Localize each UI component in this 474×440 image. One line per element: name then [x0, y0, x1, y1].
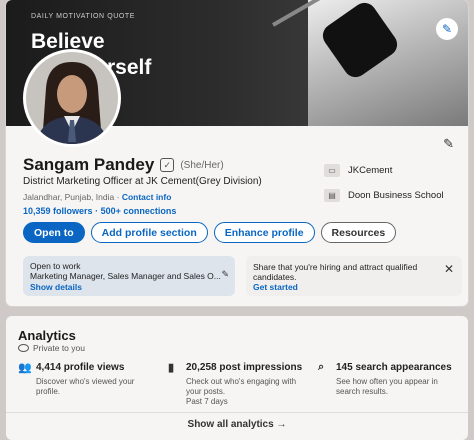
resources-button[interactable]: Resources	[320, 222, 397, 243]
people-icon: 👥	[18, 362, 32, 374]
stats-row: 10,359 followers · 500+ connections	[23, 206, 176, 216]
metric-desc: Check out who's engaging with	[186, 377, 297, 386]
followers-link[interactable]: 10,359 followers	[23, 206, 93, 216]
close-icon[interactable]: ✕	[444, 262, 454, 276]
org-list: ▭ JKCement ▤ Doon Business School	[324, 164, 444, 214]
hiring-line2: candidates.	[253, 272, 297, 282]
edit-pencil-icon[interactable]: ✎	[221, 269, 229, 280]
divider	[6, 412, 468, 413]
verified-shield-icon[interactable]: ✓	[160, 158, 175, 172]
metric-desc: Discover who's viewed your	[36, 377, 135, 386]
separator-dot: ·	[116, 192, 120, 202]
edit-profile-icon[interactable]: ✎	[443, 136, 454, 152]
metric-search-appearances[interactable]: ⌕ 145 search appearances See how often yo…	[318, 361, 452, 397]
banner-label: DAILY MOTIVATION QUOTE	[31, 13, 136, 20]
search-icon: ⌕	[318, 361, 325, 373]
metric-period: Past 7 days	[186, 397, 228, 406]
hiring-line1: Share that you're hiring and attract qua…	[253, 262, 418, 272]
open-to-work-roles: Marketing Manager, Sales Manager and Sal…	[30, 271, 221, 281]
analytics-title: Analytics	[18, 328, 76, 343]
show-all-analytics-link[interactable]: Show all analytics →	[6, 419, 468, 430]
open-to-work-card[interactable]: Open to work Marketing Manager, Sales Ma…	[23, 256, 235, 296]
banner-quote-line2: rself	[107, 56, 152, 79]
headline: District Marketing Officer at JK Cement(…	[23, 176, 262, 187]
avatar[interactable]	[26, 52, 118, 144]
metric-title: 145 search appearances	[336, 362, 452, 373]
metric-post-impressions[interactable]: ▮ 20,258 post impressions Check out who's…	[168, 361, 302, 407]
metric-desc: your posts.	[186, 387, 226, 396]
open-to-work-title: Open to work	[30, 261, 81, 271]
org-name: JKCement	[348, 165, 393, 176]
eye-icon	[18, 344, 29, 352]
metric-title: 4,414 profile views	[36, 362, 125, 373]
separator-dot: ·	[95, 206, 99, 216]
enhance-profile-button[interactable]: Enhance profile	[213, 222, 315, 243]
show-details-link[interactable]: Show details	[30, 282, 82, 292]
name-row: Sangam Pandey ✓ (She/Her)	[23, 155, 224, 175]
bar-chart-icon: ▮	[168, 362, 175, 374]
add-profile-section-button[interactable]: Add profile section	[90, 222, 208, 243]
hiring-card: Share that you're hiring and attract qua…	[246, 256, 462, 296]
org-name: Doon Business School	[348, 190, 444, 201]
metric-desc: profile.	[36, 387, 61, 396]
school-logo-icon: ▤	[324, 189, 340, 202]
metric-desc: search results.	[336, 387, 389, 396]
profile-card: DAILY MOTIVATION QUOTE Believe rself ✎ ✎…	[6, 0, 468, 306]
metric-profile-views[interactable]: 👥 4,414 profile views Discover who's view…	[18, 361, 134, 397]
edit-banner-icon[interactable]: ✎	[436, 18, 458, 40]
metric-title: 20,258 post impressions	[186, 362, 303, 373]
get-started-link[interactable]: Get started	[253, 282, 298, 292]
private-label: Private to you	[33, 343, 85, 353]
banner-quote-line1: Believe	[31, 30, 105, 53]
analytics-card: Analytics Private to you 👥 4,414 profile …	[6, 316, 468, 440]
action-buttons: Open to Add profile section Enhance prof…	[23, 222, 397, 243]
open-to-button[interactable]: Open to	[23, 222, 85, 243]
location-row: Jalandhar, Punjab, India · Contact info	[23, 192, 171, 202]
contact-info-link[interactable]: Contact info	[122, 192, 172, 202]
profile-name: Sangam Pandey	[23, 155, 155, 174]
company-logo-icon: ▭	[324, 164, 340, 177]
org-item-jkcement[interactable]: ▭ JKCement	[324, 164, 444, 177]
pronouns: (She/Her)	[180, 159, 224, 171]
connections-link[interactable]: 500+ connections	[101, 206, 177, 216]
org-item-doon[interactable]: ▤ Doon Business School	[324, 189, 444, 202]
private-note: Private to you	[18, 343, 85, 353]
metric-desc: See how often you appear in	[336, 377, 438, 386]
location: Jalandhar, Punjab, India	[23, 192, 115, 202]
